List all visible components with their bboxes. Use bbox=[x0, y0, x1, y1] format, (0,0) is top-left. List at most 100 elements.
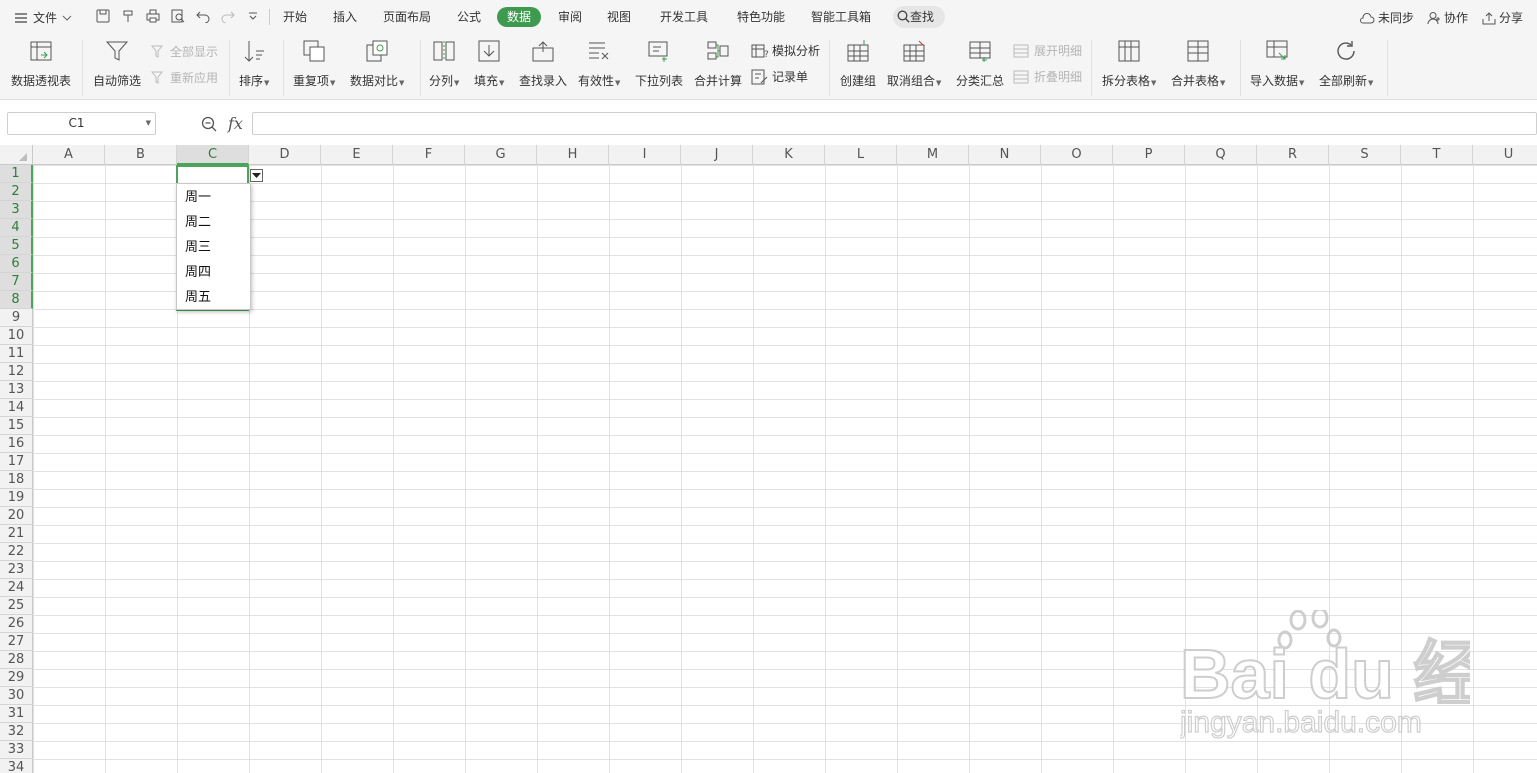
tab-formulas[interactable]: 公式 bbox=[457, 7, 481, 27]
print-icon[interactable] bbox=[145, 8, 161, 24]
validity-button[interactable]: 有效性▼ bbox=[578, 38, 620, 89]
merge-table-button[interactable]: 合并表格▼ bbox=[1171, 38, 1225, 89]
column-header-l[interactable]: L bbox=[825, 145, 897, 165]
dropdown-option[interactable]: 周二 bbox=[177, 210, 250, 235]
duplicates-button[interactable]: 重复项▼ bbox=[293, 38, 335, 89]
tab-smart-toolbox[interactable]: 智能工具箱 bbox=[811, 7, 871, 27]
dropdown-option[interactable]: 周一 bbox=[177, 185, 250, 210]
column-header-f[interactable]: F bbox=[393, 145, 465, 165]
row-header-13[interactable]: 13 bbox=[0, 381, 33, 399]
row-header-7[interactable]: 7 bbox=[0, 273, 33, 291]
lookup-entry-button[interactable]: 查找录入 bbox=[519, 38, 567, 89]
search-button[interactable]: 查找 bbox=[893, 6, 945, 28]
column-header-a[interactable]: A bbox=[33, 145, 105, 165]
row-header-24[interactable]: 24 bbox=[0, 579, 33, 597]
column-header-d[interactable]: D bbox=[249, 145, 321, 165]
tab-home[interactable]: 开始 bbox=[283, 7, 307, 27]
column-header-g[interactable]: G bbox=[465, 145, 537, 165]
redo-icon[interactable] bbox=[220, 8, 236, 24]
row-header-29[interactable]: 29 bbox=[0, 669, 33, 687]
split-column-button[interactable]: 分列▼ bbox=[429, 38, 459, 89]
tab-insert[interactable]: 插入 bbox=[333, 7, 357, 27]
tab-view[interactable]: 视图 bbox=[607, 7, 631, 27]
row-header-8[interactable]: 8 bbox=[0, 291, 33, 309]
row-header-6[interactable]: 6 bbox=[0, 255, 33, 273]
row-header-2[interactable]: 2 bbox=[0, 183, 33, 201]
dropdown-option[interactable]: 周四 bbox=[177, 260, 250, 285]
column-header-b[interactable]: B bbox=[105, 145, 177, 165]
row-header-12[interactable]: 12 bbox=[0, 363, 33, 381]
row-header-21[interactable]: 21 bbox=[0, 525, 33, 543]
column-header-e[interactable]: E bbox=[321, 145, 393, 165]
column-header-u[interactable]: U bbox=[1473, 145, 1537, 165]
row-header-9[interactable]: 9 bbox=[0, 309, 33, 327]
row-header-11[interactable]: 11 bbox=[0, 345, 33, 363]
dropdown-option[interactable]: 周三 bbox=[177, 235, 250, 260]
show-all-button[interactable]: 全部显示 bbox=[151, 43, 218, 60]
row-header-18[interactable]: 18 bbox=[0, 471, 33, 489]
column-header-i[interactable]: I bbox=[609, 145, 681, 165]
whatif-analysis-button[interactable]: ? 模拟分析 bbox=[751, 42, 820, 59]
consolidate-button[interactable]: 合并计算 bbox=[694, 38, 742, 89]
row-header-22[interactable]: 22 bbox=[0, 543, 33, 561]
tab-page-layout[interactable]: 页面布局 bbox=[383, 7, 431, 27]
pivot-table-button[interactable]: 数据透视表 bbox=[11, 38, 71, 89]
import-data-button[interactable]: 导入数据▼ bbox=[1250, 38, 1304, 89]
row-header-10[interactable]: 10 bbox=[0, 327, 33, 345]
row-header-17[interactable]: 17 bbox=[0, 453, 33, 471]
row-header-30[interactable]: 30 bbox=[0, 687, 33, 705]
fill-button[interactable]: 填充▼ bbox=[474, 38, 504, 89]
data-compare-button[interactable]: 数据对比▼ bbox=[350, 38, 404, 89]
collab-button[interactable]: 协作 bbox=[1427, 9, 1468, 26]
tab-developer[interactable]: 开发工具 bbox=[660, 7, 708, 27]
column-header-j[interactable]: J bbox=[681, 145, 753, 165]
sort-button[interactable]: 排序▼ bbox=[239, 38, 269, 89]
dropdown-option[interactable]: 周五 bbox=[177, 285, 250, 310]
row-header-23[interactable]: 23 bbox=[0, 561, 33, 579]
row-header-19[interactable]: 19 bbox=[0, 489, 33, 507]
row-header-4[interactable]: 4 bbox=[0, 219, 33, 237]
row-header-33[interactable]: 33 bbox=[0, 741, 33, 759]
row-header-15[interactable]: 15 bbox=[0, 417, 33, 435]
reapply-button[interactable]: 重新应用 bbox=[151, 69, 218, 86]
refresh-all-button[interactable]: 全部刷新▼ bbox=[1319, 38, 1373, 89]
sync-status[interactable]: 未同步 bbox=[1359, 9, 1414, 26]
share-button[interactable]: 分享 bbox=[1482, 9, 1523, 26]
row-header-5[interactable]: 5 bbox=[0, 237, 33, 255]
row-header-16[interactable]: 16 bbox=[0, 435, 33, 453]
row-header-25[interactable]: 25 bbox=[0, 597, 33, 615]
column-header-k[interactable]: K bbox=[753, 145, 825, 165]
format-painter-icon[interactable] bbox=[120, 8, 136, 24]
column-header-r[interactable]: R bbox=[1257, 145, 1329, 165]
file-menu[interactable]: 文件 bbox=[14, 9, 72, 26]
dropdown-list-button[interactable]: 下拉列表 bbox=[635, 38, 683, 89]
column-header-t[interactable]: T bbox=[1401, 145, 1473, 165]
row-header-32[interactable]: 32 bbox=[0, 723, 33, 741]
row-header-1[interactable]: 1 bbox=[0, 165, 33, 183]
row-header-31[interactable]: 31 bbox=[0, 705, 33, 723]
row-header-28[interactable]: 28 bbox=[0, 651, 33, 669]
column-header-o[interactable]: O bbox=[1041, 145, 1113, 165]
zoom-icon[interactable] bbox=[201, 116, 217, 132]
column-header-s[interactable]: S bbox=[1329, 145, 1401, 165]
expand-detail-button[interactable]: 展开明细 bbox=[1013, 42, 1082, 59]
print-preview-icon[interactable] bbox=[170, 8, 186, 24]
column-header-m[interactable]: M bbox=[897, 145, 969, 165]
subtotal-button[interactable]: 分类汇总 bbox=[956, 38, 1004, 89]
tab-data[interactable]: 数据 bbox=[497, 7, 542, 27]
row-header-26[interactable]: 26 bbox=[0, 615, 33, 633]
insert-function-icon[interactable]: fx bbox=[228, 114, 243, 133]
undo-icon[interactable] bbox=[195, 8, 211, 24]
create-group-button[interactable]: 创建组 bbox=[840, 38, 876, 89]
row-header-34[interactable]: 34 bbox=[0, 759, 33, 773]
row-header-3[interactable]: 3 bbox=[0, 201, 33, 219]
tab-review[interactable]: 审阅 bbox=[558, 7, 582, 27]
column-header-p[interactable]: P bbox=[1113, 145, 1185, 165]
customize-toolbar-icon[interactable] bbox=[245, 8, 261, 24]
tab-special[interactable]: 特色功能 bbox=[737, 7, 785, 27]
column-header-c[interactable]: C bbox=[177, 145, 249, 165]
ungroup-button[interactable]: 取消组合▼ bbox=[887, 38, 941, 89]
record-sheet-button[interactable]: 记录单 bbox=[751, 68, 808, 85]
column-header-n[interactable]: N bbox=[969, 145, 1041, 165]
save-icon[interactable] bbox=[95, 8, 111, 24]
